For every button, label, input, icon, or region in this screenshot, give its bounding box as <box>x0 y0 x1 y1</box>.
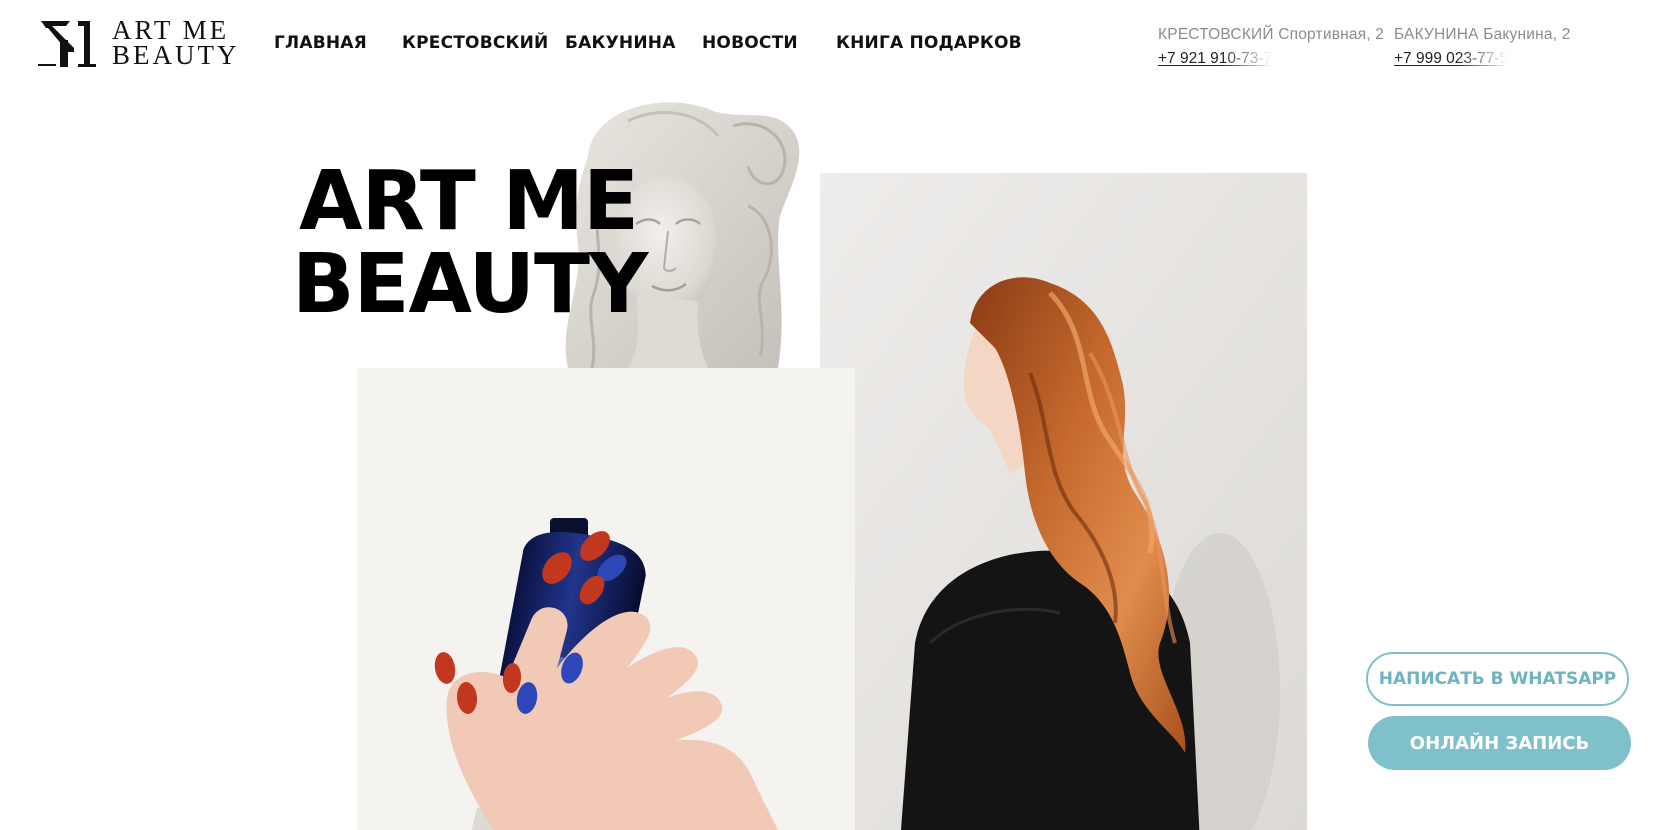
hero-photo-model <box>820 173 1307 830</box>
nav-item-krestovsky[interactable]: КРЕСТОВСКИЙ <box>402 33 548 53</box>
contact-phone-link[interactable]: +7 999 023-77-5 <box>1394 50 1508 68</box>
online-booking-button[interactable]: ОНЛАЙН ЗАПИСЬ <box>1368 716 1631 770</box>
logo-wordmark: ART ME BEAUTY <box>112 17 240 70</box>
contact-krestovsky: КРЕСТОВСКИЙ Спортивная, 2 +7 921 910-73-… <box>1158 26 1384 68</box>
contact-address: БАКУНИНА Бакунина, 2 <box>1394 26 1571 43</box>
hero-title-line-2: BEAUTY <box>292 237 648 332</box>
logo-line-2: BEAUTY <box>112 40 240 70</box>
contact-bakunina: БАКУНИНА Бакунина, 2 +7 999 023-77-5 <box>1394 26 1571 68</box>
hero-title-line-1: ART ME <box>299 154 639 249</box>
nav-item-bakunina[interactable]: БАКУНИНА <box>565 33 676 53</box>
hero-photo-product <box>357 368 855 830</box>
contact-address: КРЕСТОВСКИЙ Спортивная, 2 <box>1158 26 1385 43</box>
whatsapp-button[interactable]: НАПИСАТЬ В WHATSAPP <box>1366 652 1629 706</box>
site-logo[interactable]: ART ME BEAUTY <box>38 17 237 70</box>
contact-phone-link[interactable]: +7 921 910-73-7 <box>1158 50 1272 68</box>
nav-item-gift-book[interactable]: КНИГА ПОДАРКОВ <box>836 33 1022 53</box>
hero-title: ART ME BEAUTY <box>292 154 648 332</box>
nav-item-news[interactable]: НОВОСТИ <box>702 33 798 53</box>
am-monogram-logo-icon <box>38 21 96 67</box>
nav-item-home[interactable]: ГЛАВНАЯ <box>274 33 367 53</box>
